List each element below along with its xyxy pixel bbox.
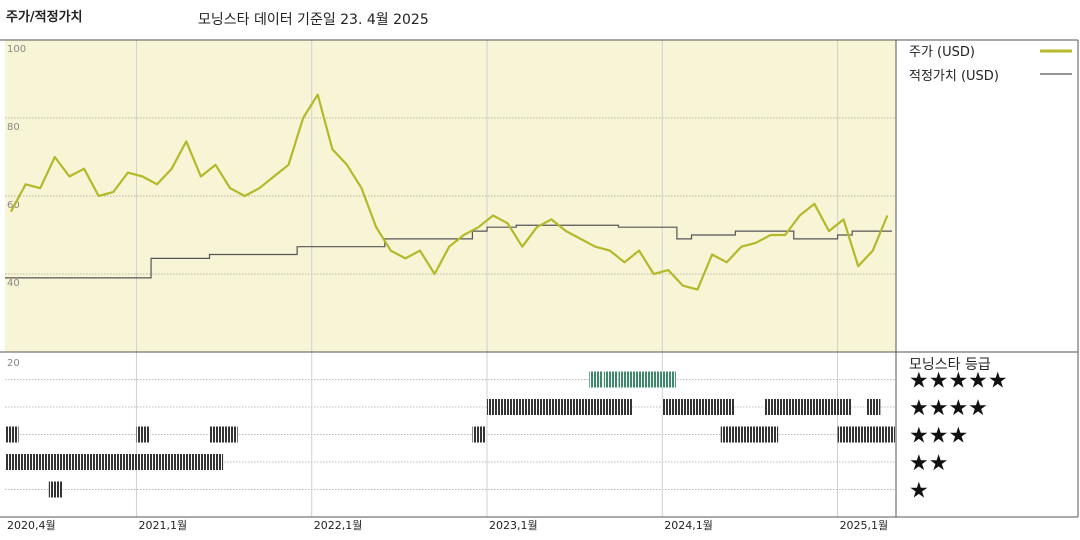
rating-bar — [866, 399, 881, 415]
x-tick-label: 2021,1월 — [138, 519, 187, 532]
rating-y-tick-label: 20 — [7, 358, 20, 369]
rating-legend-stars: ★★★★ — [909, 396, 988, 421]
rating-bar — [764, 399, 852, 415]
rating-bar — [209, 426, 238, 443]
y-tick-label: 100 — [7, 44, 26, 55]
rating-legend-stars: ★★ — [909, 451, 948, 476]
legend-label-price: 주가 (USD) — [909, 45, 975, 60]
x-tick-label: 2025,1월 — [840, 519, 889, 532]
rating-bar — [48, 454, 151, 470]
legend-label-fair-value: 적정가치 (USD) — [909, 69, 999, 84]
x-tick-label: 2023,1월 — [489, 519, 538, 532]
rating-legend-stars: ★★★ — [909, 424, 968, 449]
rating-bar — [618, 371, 676, 388]
rating-bar — [48, 481, 63, 498]
y-tick-label: 40 — [7, 278, 20, 289]
rating-legend-stars: ★ — [909, 479, 929, 504]
rating-bar — [866, 426, 895, 443]
price-fair-value-chart: 100806040202020,4월 2021,1월 2022,1월 2023,1월 2… — [0, 39, 1079, 532]
rating-bar — [603, 371, 618, 388]
rating-bar — [136, 454, 224, 470]
y-tick-label: 80 — [7, 122, 20, 133]
x-tick-label: 2020,4월 — [7, 519, 56, 532]
rating-bar — [603, 399, 633, 415]
rating-bar — [472, 426, 487, 443]
x-tick-label: 2024,1월 — [664, 519, 713, 532]
rating-bar — [720, 426, 779, 443]
rating-bar — [5, 426, 19, 443]
rating-bar — [662, 399, 735, 415]
rating-bar — [136, 426, 151, 443]
rating-legend-stars: ★★★★★ — [909, 369, 1008, 394]
x-tick-label: 2022,1월 — [314, 519, 363, 532]
rating-bar — [487, 399, 603, 415]
rating-bar — [589, 371, 603, 388]
